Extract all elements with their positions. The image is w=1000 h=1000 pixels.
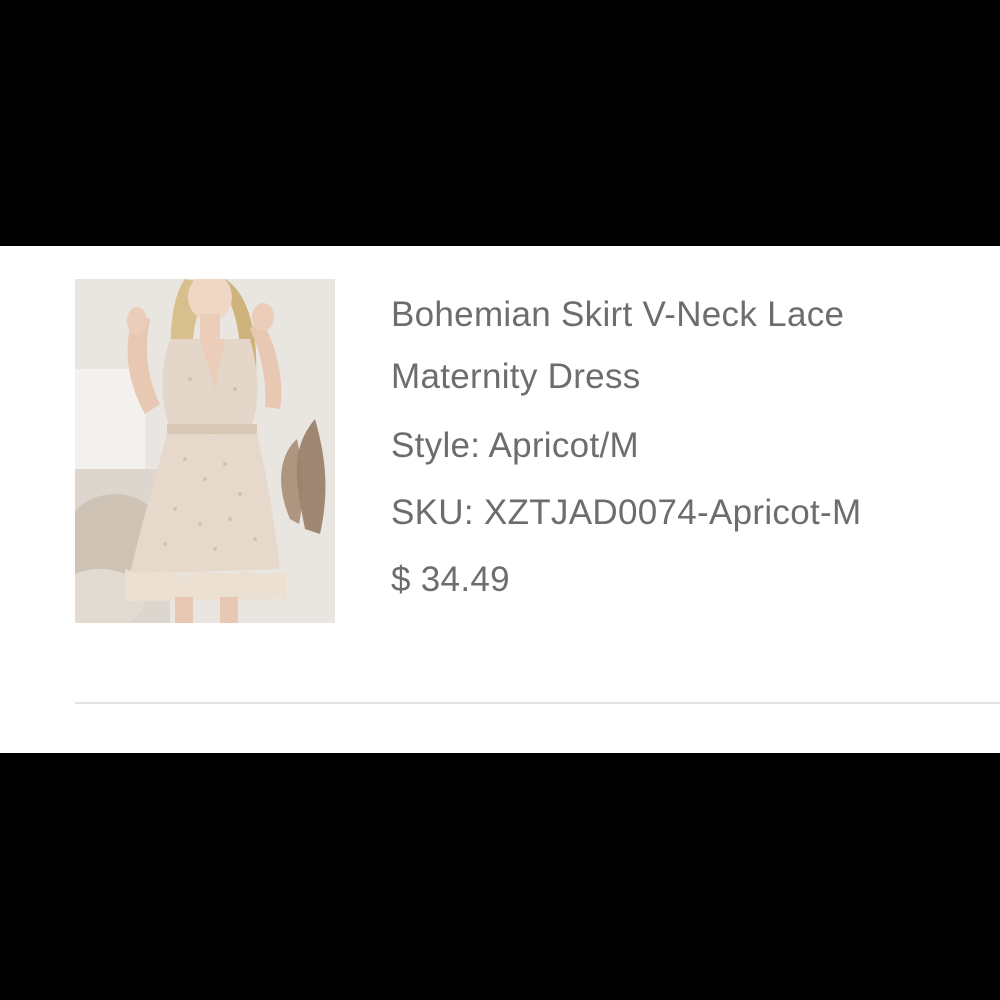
- screenshot-frame: Bohemian Skirt V-Neck Lace Maternity Dre…: [0, 0, 1000, 1000]
- letterbox-top: [0, 0, 1000, 246]
- price-currency: $: [391, 560, 411, 599]
- product-photo-illustration: [75, 279, 335, 623]
- product-style: Style: Apricot/M: [391, 428, 991, 463]
- order-item-card[interactable]: Bohemian Skirt V-Neck Lace Maternity Dre…: [0, 246, 1000, 753]
- product-thumbnail[interactable]: [75, 279, 335, 623]
- price-value: 34.49: [420, 560, 510, 599]
- sku-label: SKU:: [391, 493, 474, 532]
- style-label: Style:: [391, 426, 481, 465]
- product-info: Bohemian Skirt V-Neck Lace Maternity Dre…: [391, 284, 991, 597]
- product-price: $ 34.49: [391, 562, 991, 597]
- product-sku: SKU: XZTJAD0074-Apricot-M: [391, 495, 991, 530]
- style-value: Apricot/M: [488, 426, 639, 465]
- product-title[interactable]: Bohemian Skirt V-Neck Lace Maternity Dre…: [391, 284, 991, 408]
- letterbox-bottom: [0, 753, 1000, 1000]
- sku-value: XZTJAD0074-Apricot-M: [483, 493, 862, 532]
- item-divider: [75, 702, 1000, 704]
